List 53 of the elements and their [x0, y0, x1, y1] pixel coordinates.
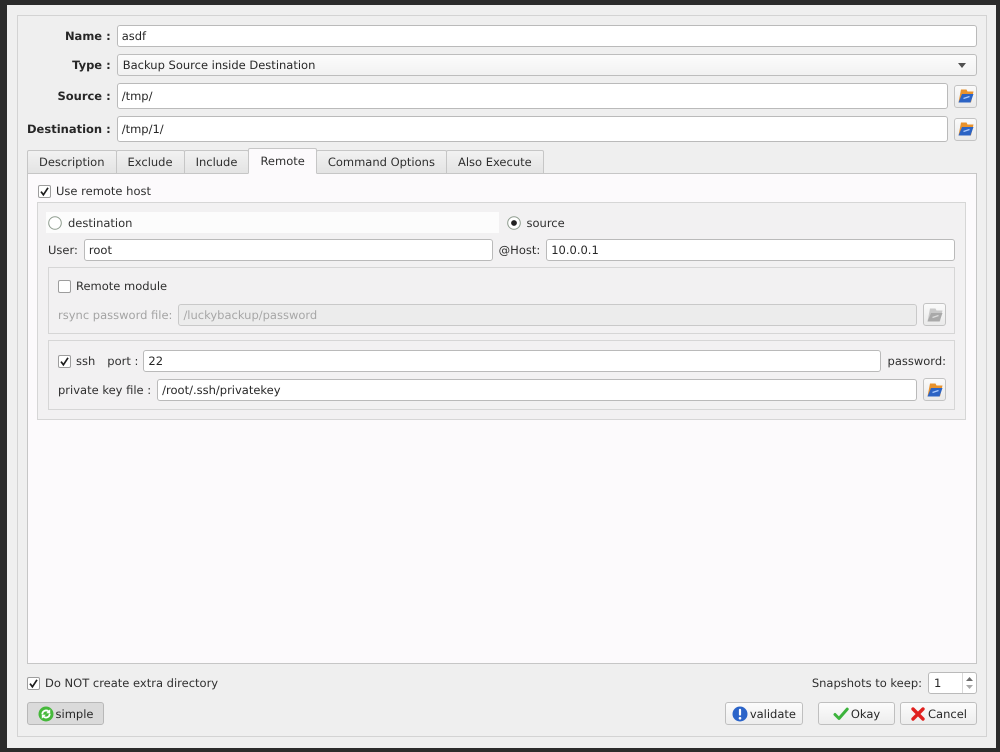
tab[interactable]: Also Execute — [446, 150, 544, 174]
field-label: Type : — [71, 58, 111, 72]
check-icon — [832, 706, 849, 722]
browse-button[interactable] — [923, 378, 946, 401]
folder-icon — [958, 122, 974, 136]
tab[interactable]: Include — [184, 150, 250, 174]
exclamation-icon — [732, 706, 748, 722]
checkbox-label: Remote module — [76, 279, 168, 293]
tab[interactable]: Remote — [248, 148, 317, 174]
field-label: Source : — [56, 89, 111, 103]
radio-option[interactable]: source — [504, 212, 571, 233]
checkbox[interactable] — [38, 184, 51, 198]
spin-arrows-icon[interactable] — [966, 676, 973, 690]
checkbox-label: ssh — [76, 354, 96, 368]
checkbox[interactable] — [58, 280, 71, 292]
field-label: rsync password file: — [58, 308, 172, 322]
ok-button[interactable]: Okay — [818, 702, 895, 725]
cancel-button[interactable]: Cancel — [900, 702, 977, 725]
snapshots-spinbox[interactable]: 1 — [928, 672, 977, 694]
cross-icon — [910, 706, 926, 722]
path-field[interactable]: /tmp/ — [116, 83, 948, 109]
folder-icon — [926, 308, 942, 322]
field-label: Snapshots to keep: — [812, 676, 922, 690]
path-field[interactable]: /tmp/1/ — [116, 116, 948, 142]
checkbox[interactable] — [58, 354, 71, 368]
refresh-icon — [38, 706, 54, 722]
mode-button[interactable]: simple — [27, 702, 104, 725]
tab[interactable]: Command Options — [316, 150, 447, 174]
checkbox-label: Use remote host — [56, 184, 151, 198]
field-label: password: — [888, 354, 946, 368]
folder-icon — [926, 382, 942, 396]
checkbox-label: Do NOT create extra directory — [45, 676, 218, 690]
text-field[interactable]: root — [84, 239, 493, 261]
field-label: Destination : — [27, 122, 111, 136]
field-label: Name : — [64, 29, 111, 43]
browse-button[interactable] — [954, 118, 977, 140]
dropdown[interactable]: Backup Source inside Destination — [116, 54, 977, 76]
text-field[interactable]: asdf — [116, 25, 977, 47]
path-field[interactable]: /root/.ssh/privatekey — [157, 378, 917, 400]
folder-icon — [958, 89, 974, 103]
text-field[interactable]: 22 — [143, 350, 881, 372]
tab[interactable]: Exclude — [116, 150, 185, 174]
browse-button[interactable] — [954, 84, 977, 108]
radio-option[interactable]: destination — [46, 212, 498, 233]
field-label: User: — [48, 243, 78, 257]
checkbox[interactable] — [27, 676, 40, 690]
field-label: @Host: — [498, 243, 540, 257]
tab[interactable]: Description — [27, 150, 116, 174]
validate-button[interactable]: validate — [724, 702, 803, 725]
field-label: private key file : — [58, 382, 152, 396]
field-label: port : — [107, 354, 138, 368]
caret-icon — [958, 62, 966, 68]
text-field[interactable]: 10.0.0.1 — [546, 239, 956, 261]
